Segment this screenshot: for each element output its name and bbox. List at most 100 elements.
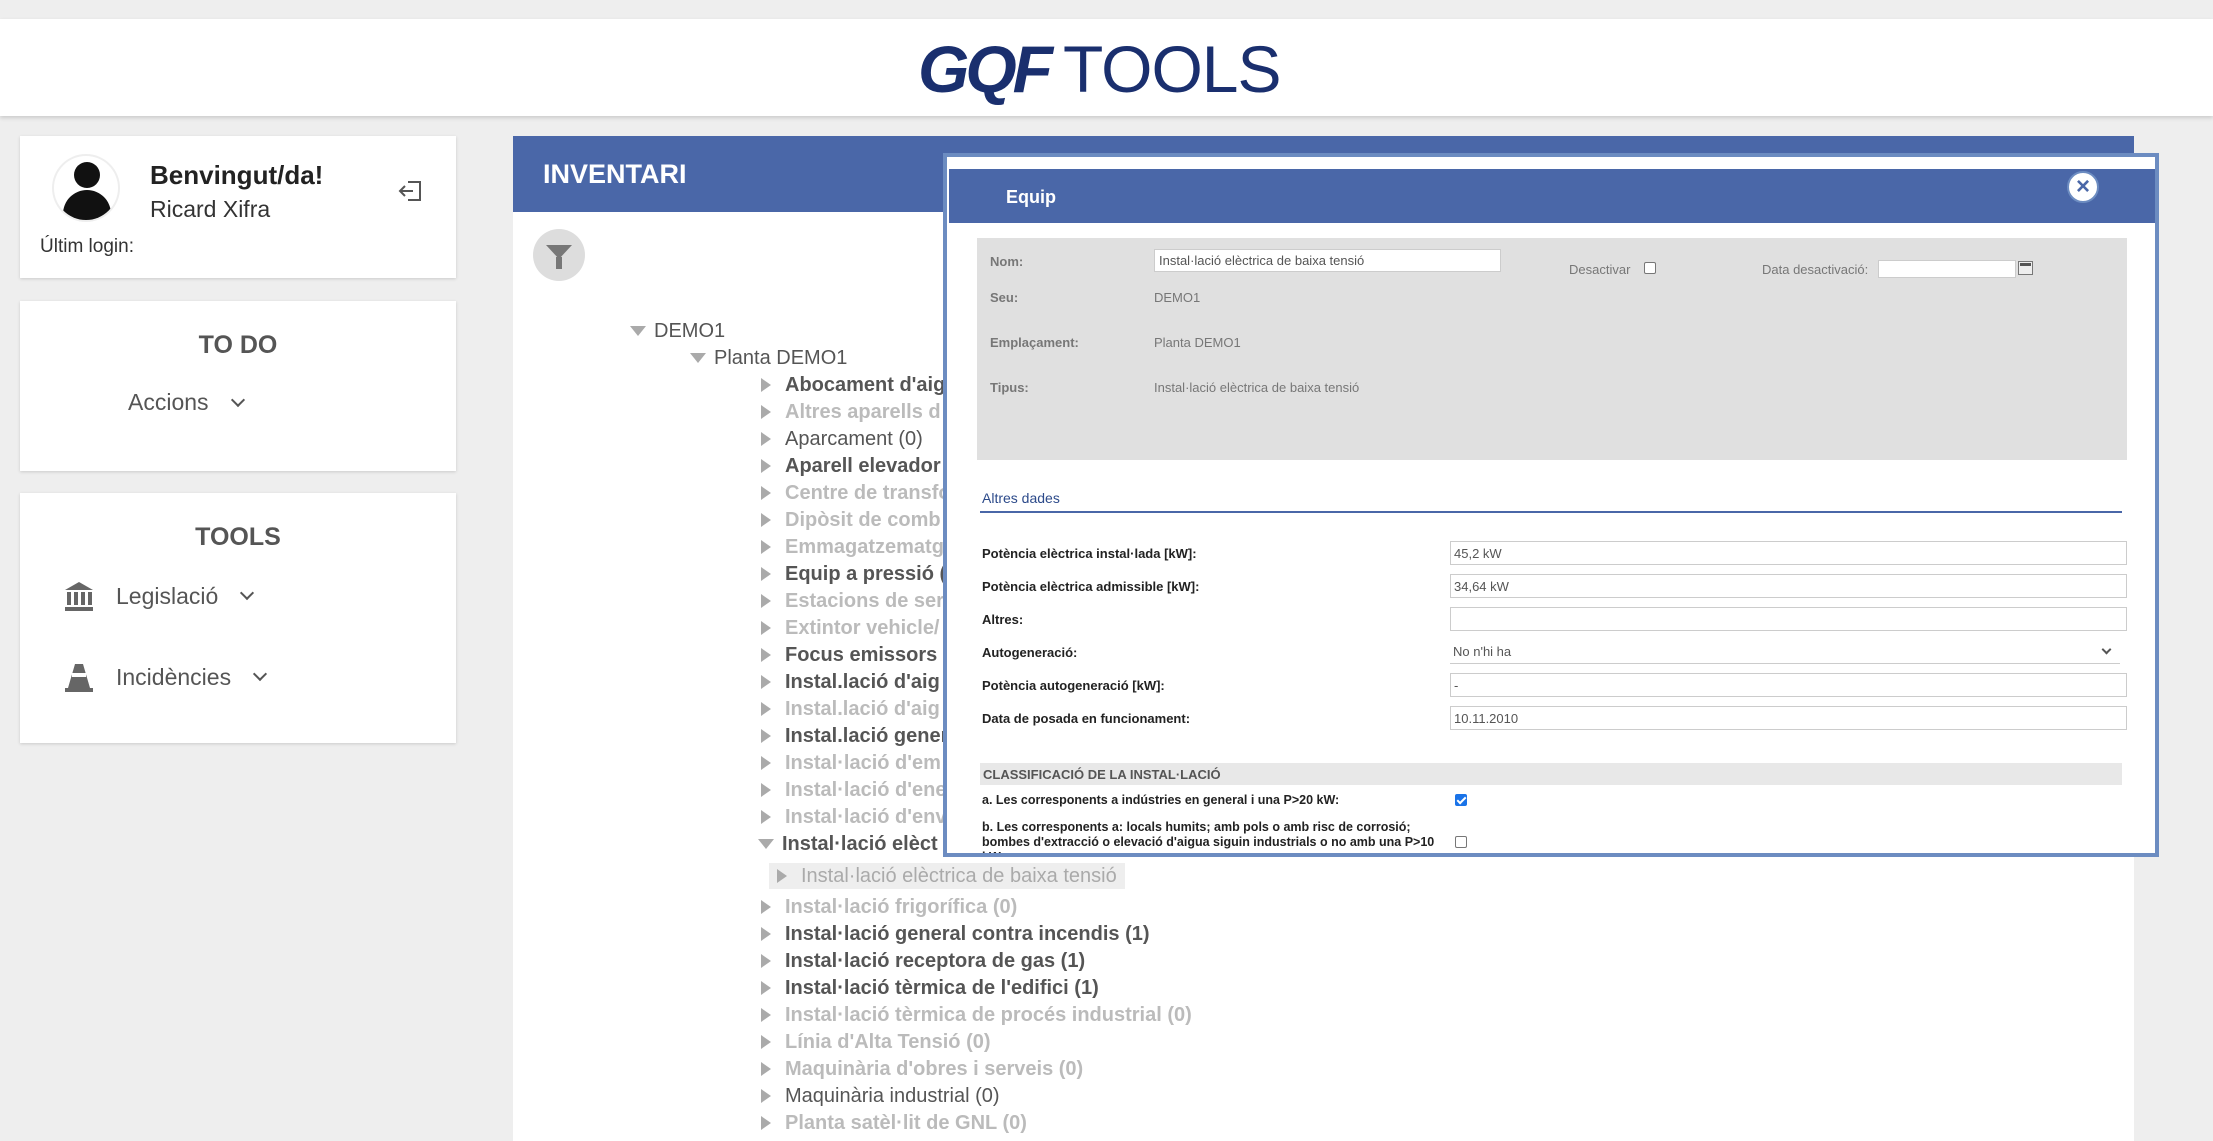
incidencies-label: Incidències xyxy=(116,663,232,690)
field-label: Potència autogeneració [kW]: xyxy=(982,678,1165,693)
tree-node[interactable]: Focus emissors xyxy=(761,642,937,668)
tree-node[interactable]: Instal·lació d'env xyxy=(761,804,946,830)
data-desactivacio-label: Data desactivació: xyxy=(1762,262,1869,277)
potencia-autogeneracio-input[interactable] xyxy=(1450,673,2127,697)
data-posada-input[interactable] xyxy=(1450,706,2127,730)
legislacio-dropdown[interactable]: Legislació xyxy=(62,579,255,613)
logo-text: TOOLS xyxy=(1063,32,1282,106)
collapsed-icon xyxy=(761,702,771,716)
collapsed-icon xyxy=(761,954,771,968)
filter-button[interactable] xyxy=(533,229,585,281)
collapsed-icon xyxy=(761,405,771,419)
accions-label: Accions xyxy=(128,389,209,415)
traffic-cone-icon xyxy=(65,664,93,692)
collapsed-icon xyxy=(761,648,771,662)
potencia-instalada-input[interactable] xyxy=(1450,541,2127,565)
collapsed-icon xyxy=(761,729,771,743)
tree-node[interactable]: Estacions de ser xyxy=(761,588,944,614)
dialog-title: Equip xyxy=(949,169,2155,223)
chevron-down-icon xyxy=(253,666,268,682)
tree-node[interactable]: Instal·lació tèrmica de procés industria… xyxy=(761,1002,1192,1028)
tree-node[interactable]: Instal.lació gener xyxy=(761,723,948,749)
tools-title: TOOLS xyxy=(195,523,281,551)
tree-node[interactable]: Instal·lació d'ene xyxy=(761,777,946,803)
equip-summary: Nom: Desactivar Data desactivació: Seu: … xyxy=(977,238,2127,460)
potencia-admissible-input[interactable] xyxy=(1450,574,2127,598)
tree-node[interactable]: Maquinària industrial (0) xyxy=(761,1083,1000,1109)
collapsed-icon xyxy=(761,900,771,914)
chevron-down-icon xyxy=(240,585,255,601)
chevron-down-icon xyxy=(2101,644,2112,655)
tree-node-plant[interactable]: Planta DEMO1 xyxy=(690,345,847,371)
data-desactivacio-input[interactable] xyxy=(1878,260,2016,278)
tree-node[interactable]: Instal·lació d'em xyxy=(761,750,941,776)
collapsed-icon xyxy=(761,378,771,392)
tipus-label: Tipus: xyxy=(990,380,1029,395)
logout-icon[interactable] xyxy=(396,176,426,206)
tree-node-expanded[interactable]: Instal·lació elèct xyxy=(758,831,938,857)
user-name: Ricard Xifra xyxy=(150,196,271,222)
tree-node[interactable]: Altres aparells d xyxy=(761,399,941,425)
tree-node-root[interactable]: DEMO1 xyxy=(630,318,725,344)
tree-node-selected[interactable]: Instal·lació elèctrica de baixa tensió xyxy=(769,863,1125,889)
collapsed-icon xyxy=(761,1035,771,1049)
collapsed-icon xyxy=(761,756,771,770)
tree-node[interactable]: Planta satèl·lit de GNL (0) xyxy=(761,1110,1027,1136)
autogeneracio-select[interactable]: No n'hi ha xyxy=(1450,640,2120,664)
tree-node[interactable]: Equip a pressió ( xyxy=(761,561,946,587)
tree-node[interactable]: Instal.lació d'aig xyxy=(761,696,940,722)
incidencies-dropdown[interactable]: Incidències xyxy=(62,660,268,694)
collapsed-icon xyxy=(761,810,771,824)
collapsed-icon xyxy=(777,869,787,883)
desactivar-checkbox[interactable] xyxy=(1644,262,1656,274)
altres-input[interactable] xyxy=(1450,607,2127,631)
tree-node[interactable]: Aparell elevador xyxy=(761,453,941,479)
top-header: GQF TOOLS xyxy=(0,19,2213,116)
tree-node[interactable]: Emmagatzematg xyxy=(761,534,944,560)
class-b-checkbox[interactable] xyxy=(1455,836,1467,848)
todo-title: TO DO xyxy=(198,331,278,359)
tree-node[interactable]: Abocament d'aig xyxy=(761,372,945,398)
classificacio-header: CLASSIFICACIÓ DE LA INSTAL·LACIÓ xyxy=(980,763,2122,785)
collapsed-icon xyxy=(761,567,771,581)
legislacio-label: Legislació xyxy=(116,582,219,609)
tree-node[interactable]: Maquinària d'obres i serveis (0) xyxy=(761,1056,1083,1082)
welcome-text: Benvingut/da! xyxy=(150,160,324,190)
collapsed-icon xyxy=(761,981,771,995)
tree-node[interactable]: Instal.lació d'aig xyxy=(761,669,940,695)
class-a-label: a. Les corresponents a indústries en gen… xyxy=(982,793,1340,807)
accions-dropdown[interactable]: Accions xyxy=(128,389,245,416)
tree-node[interactable]: Extintor vehicle/ xyxy=(761,615,940,641)
collapsed-icon xyxy=(761,1116,771,1130)
tree-node[interactable]: Aparcament (0) xyxy=(761,426,923,452)
close-icon[interactable]: × xyxy=(2067,171,2099,203)
equip-dialog: Equip × Nom: Desactivar Data desactivaci… xyxy=(943,153,2159,857)
tree-node[interactable]: Instal·lació receptora de gas (1) xyxy=(761,948,1085,974)
collapsed-icon xyxy=(761,1008,771,1022)
nom-input[interactable] xyxy=(1154,249,1501,272)
class-b-label: b. Les corresponents a: locals humits; a… xyxy=(982,820,1435,857)
logo-mark: GQF xyxy=(918,32,1053,106)
tree-node[interactable]: Instal·lació frigorífica (0) xyxy=(761,894,1017,920)
tree-node[interactable]: Instal·lació general contra incendis (1) xyxy=(761,921,1150,947)
tools-card: TOOLS Legislació Incidències xyxy=(20,493,456,743)
collapsed-icon xyxy=(761,432,771,446)
collapsed-icon xyxy=(761,513,771,527)
gqf-tools-logo: GQF TOOLS xyxy=(918,32,1282,106)
calendar-icon[interactable] xyxy=(2018,261,2033,275)
collapsed-icon xyxy=(761,459,771,473)
class-a-checkbox[interactable] xyxy=(1455,794,1467,806)
tree-node[interactable]: Instal·lació tèrmica de l'edifici (1) xyxy=(761,975,1099,1001)
field-label: Autogeneració: xyxy=(982,645,1078,660)
tree-node[interactable]: Centre de transfo xyxy=(761,480,951,506)
collapsed-icon xyxy=(761,486,771,500)
last-login-label: Últim login: xyxy=(40,236,134,257)
altres-dades-tab[interactable]: Altres dades xyxy=(982,490,1060,506)
tree-node[interactable]: Dipòsit de comb xyxy=(761,507,941,533)
desactivar-label: Desactivar xyxy=(1569,262,1631,277)
tree-node[interactable]: Línia d'Alta Tensió (0) xyxy=(761,1029,991,1055)
collapsed-icon xyxy=(761,621,771,635)
field-label: Potència elèctrica instal·lada [kW]: xyxy=(982,546,1197,561)
bank-icon xyxy=(65,582,93,611)
collapsed-icon xyxy=(761,540,771,554)
